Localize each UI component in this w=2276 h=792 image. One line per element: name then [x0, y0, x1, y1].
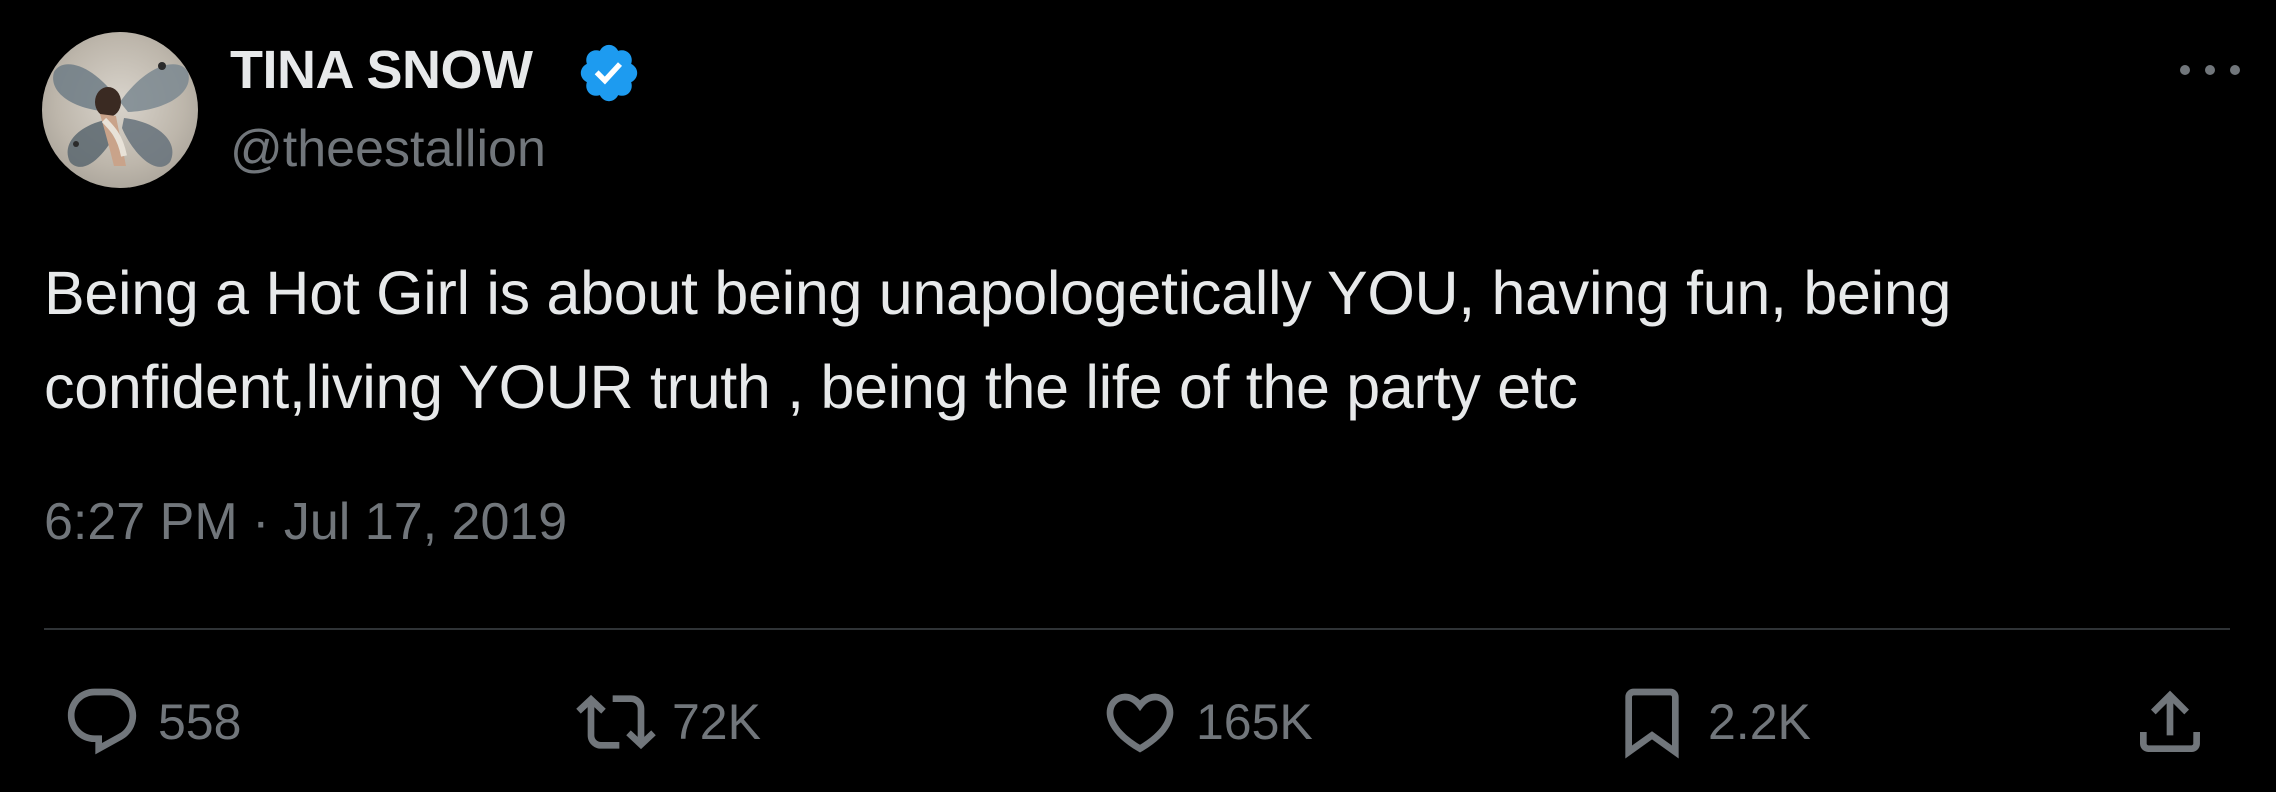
more-horizontal-icon	[2180, 65, 2190, 75]
handle[interactable]: @theestallion	[230, 117, 546, 181]
retweet-count: 72K	[672, 694, 761, 750]
tweet-text: Being a Hot Girl is about being unapolog…	[44, 246, 2244, 434]
reply-icon	[67, 688, 137, 755]
avatar[interactable]	[42, 32, 198, 188]
bookmark-button[interactable]: 2.2K	[1612, 682, 1811, 762]
share-button[interactable]	[2130, 682, 2210, 762]
like-count: 165K	[1196, 694, 1313, 750]
tweet-text-line: Being a Hot Girl is about being unapolog…	[44, 259, 1952, 327]
avatar-image	[53, 62, 189, 167]
verified-badge-icon[interactable]	[576, 40, 642, 106]
retweet-button[interactable]: 72K	[576, 682, 761, 762]
heart-icon	[1106, 693, 1174, 753]
retweet-icon	[576, 694, 656, 750]
bookmark-count: 2.2K	[1708, 694, 1811, 750]
share-icon	[2140, 690, 2200, 752]
display-name[interactable]: TINA SNOW	[230, 38, 533, 102]
divider	[44, 628, 2230, 630]
tweet-text-line: confident,living YOUR truth , being the …	[44, 353, 1578, 421]
tweet-card: TINA SNOW @theestallion Being a Hot Girl…	[0, 0, 2276, 792]
like-button[interactable]: 165K	[1100, 682, 1313, 762]
reply-count: 558	[158, 694, 242, 750]
timestamp[interactable]: 6:27 PM · Jul 17, 2019	[44, 490, 567, 554]
bookmark-icon	[1625, 688, 1679, 759]
more-options-button[interactable]	[2180, 50, 2240, 90]
reply-button[interactable]: 558	[62, 682, 241, 762]
